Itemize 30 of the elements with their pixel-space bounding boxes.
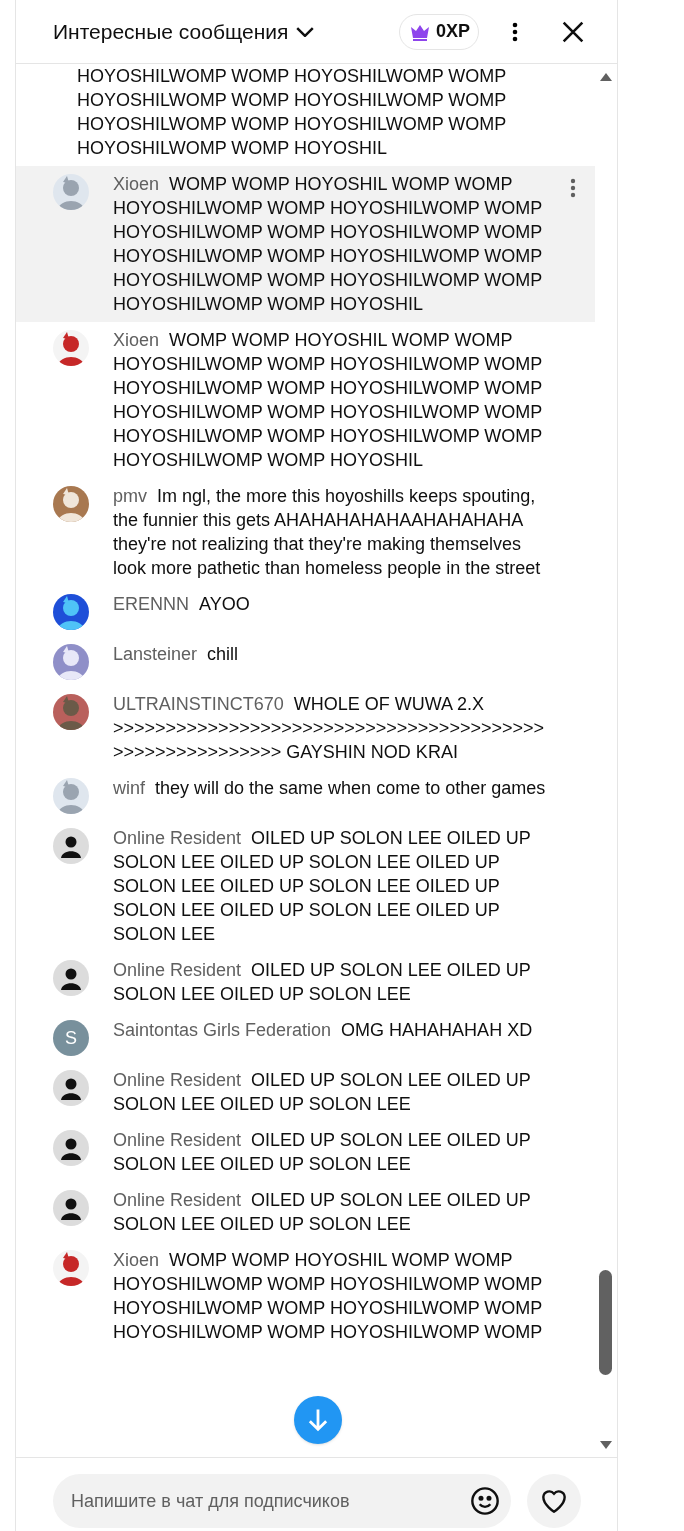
avatar-icon	[53, 828, 89, 864]
message-text: pmv Im ngl, the more this hoyoshills keeps spouting, the funnier this gets AHAHAHAHAHAAHAHAHAHA they're not realizing that they're making themselves look more pathetic than homeless people in the street	[113, 485, 542, 580]
message-text: winf they will do the same when come to other games	[113, 777, 547, 800]
message-text: Online Resident OILED UP SOLON LEE OILED UP SOLON LEE OILED UP SOLON LEE	[113, 959, 532, 1006]
chevron-down-icon	[296, 26, 315, 37]
title-dropdown[interactable]: Интересные сообщения	[53, 15, 315, 48]
scroll-to-bottom-button[interactable]	[294, 1396, 342, 1444]
chat-input-field[interactable]: Напишите в чат для подписчиков	[71, 1487, 469, 1515]
message-text: Online Resident OILED UP SOLON LEE OILED UP SOLON LEE OILED UP SOLON LEE	[113, 1189, 532, 1236]
scroll-up-icon[interactable]	[599, 72, 613, 82]
message-text: Xioen WOMP WOMP HOYOSHIL WOMP WOMP HOYOSHILWOMP WOMP HOYOSHILWOMP WOMP HOYOSHILWOMP WOMP HOYOSHILWOMP WOMP HOYOSHILWOMP WOMP HOYOSHILWOMP WOMP HOYOSHILWOMP WOMP HOYOSHILWOMP WOMP HOYOSHILWOMP WOMP HOYOSHIL	[113, 173, 544, 316]
message-text: HOYOSHILWOMP WOMP HOYOSHILWOMP WOMP HOYOSHILWOMP WOMP HOYOSHILWOMP WOMP HOYOSHILWOMP WOMP HOYOSHILWOMP WOMP HOYOSHILWOMP WOMP HOYOSHIL	[77, 65, 508, 160]
message-text: Lansteiner chill	[113, 643, 240, 666]
message-text: Online Resident OILED UP SOLON LEE OILED UP SOLON LEE OILED UP SOLON LEE OILED UP SOLON LEE OILED UP SOLON LEE OILED UP SOLON LEE OILED UP SOLON LEE OILED UP SOLON LEE	[113, 827, 532, 946]
avatar-icon	[53, 1190, 89, 1226]
avatar-icon	[53, 1070, 89, 1106]
message-text: Xioen WOMP WOMP HOYOSHIL WOMP WOMP HOYOSHILWOMP WOMP HOYOSHILWOMP WOMP HOYOSHILWOMP WOMP HOYOSHILWOMP WOMP HOYOSHILWOMP WOMP HOYOSHILWOMP WOMP	[113, 1249, 544, 1344]
message-text: ERENNN AYOO	[113, 593, 251, 616]
message-text: ULTRAINSTINCT670 WHOLE OF WUWA 2.X >>>>>>>>>>>>>>>>>>>>>>>>>>>>>>>>>>>>>>>>>>>>>>>>>>>>>>>>> GAYSHIN NOD KRAI	[113, 693, 545, 764]
avatar-letter: S	[53, 1020, 89, 1056]
avatar-icon	[53, 1130, 89, 1166]
emoji-icon[interactable]	[469, 1485, 501, 1517]
scroll-down-icon[interactable]	[599, 1440, 613, 1450]
scrollbar-thumb[interactable]	[599, 1270, 612, 1375]
message-text: Saintontas Girls Federation OMG HAHAHAHAH XD	[113, 1019, 534, 1042]
message-text: Online Resident OILED UP SOLON LEE OILED UP SOLON LEE OILED UP SOLON LEE	[113, 1069, 532, 1116]
message-text: Xioen WOMP WOMP HOYOSHIL WOMP WOMP HOYOSHILWOMP WOMP HOYOSHILWOMP WOMP HOYOSHILWOMP WOMP HOYOSHILWOMP WOMP HOYOSHILWOMP WOMP HOYOSHILWOMP WOMP HOYOSHILWOMP WOMP HOYOSHILWOMP WOMP HOYOSHILWOMP WOMP HOYOSHIL	[113, 329, 544, 472]
chat-input[interactable]: Напишите в чат для подписчиков	[53, 1474, 511, 1528]
avatar-icon	[53, 960, 89, 996]
message-text: Online Resident OILED UP SOLON LEE OILED UP SOLON LEE OILED UP SOLON LEE	[113, 1129, 532, 1176]
